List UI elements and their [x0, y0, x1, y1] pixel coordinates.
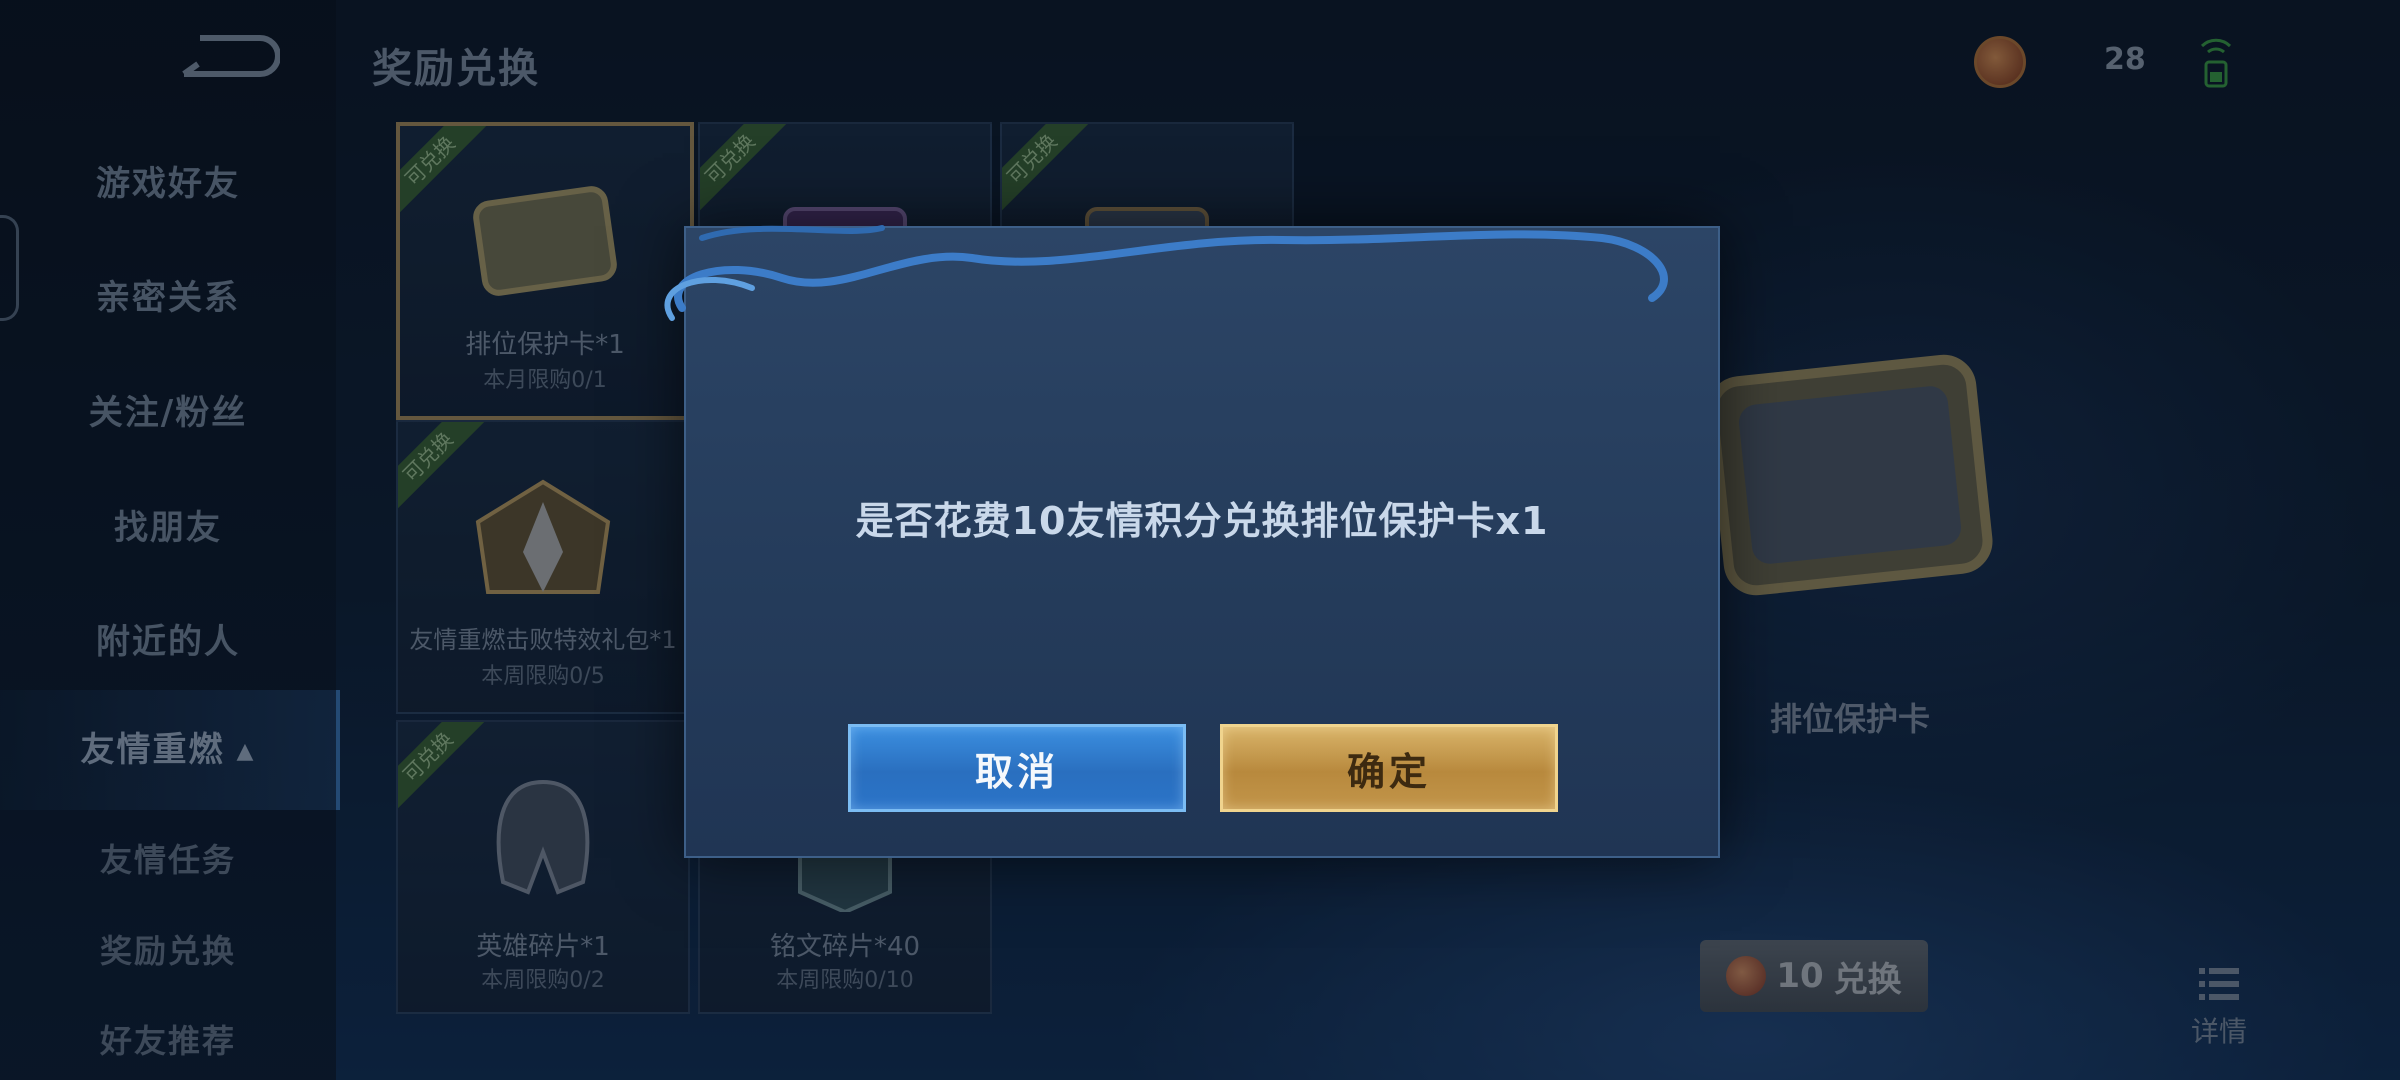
cancel-button[interactable]: 取消	[848, 724, 1186, 812]
cloud-ornament	[664, 225, 1668, 321]
dialog-message: 是否花费10友情积分兑换排位保护卡x1	[855, 499, 1549, 543]
confirm-dialog: 是否花费10友情积分兑换排位保护卡x1 取消 确定	[664, 225, 1720, 858]
confirm-button[interactable]: 确定	[1220, 724, 1558, 812]
